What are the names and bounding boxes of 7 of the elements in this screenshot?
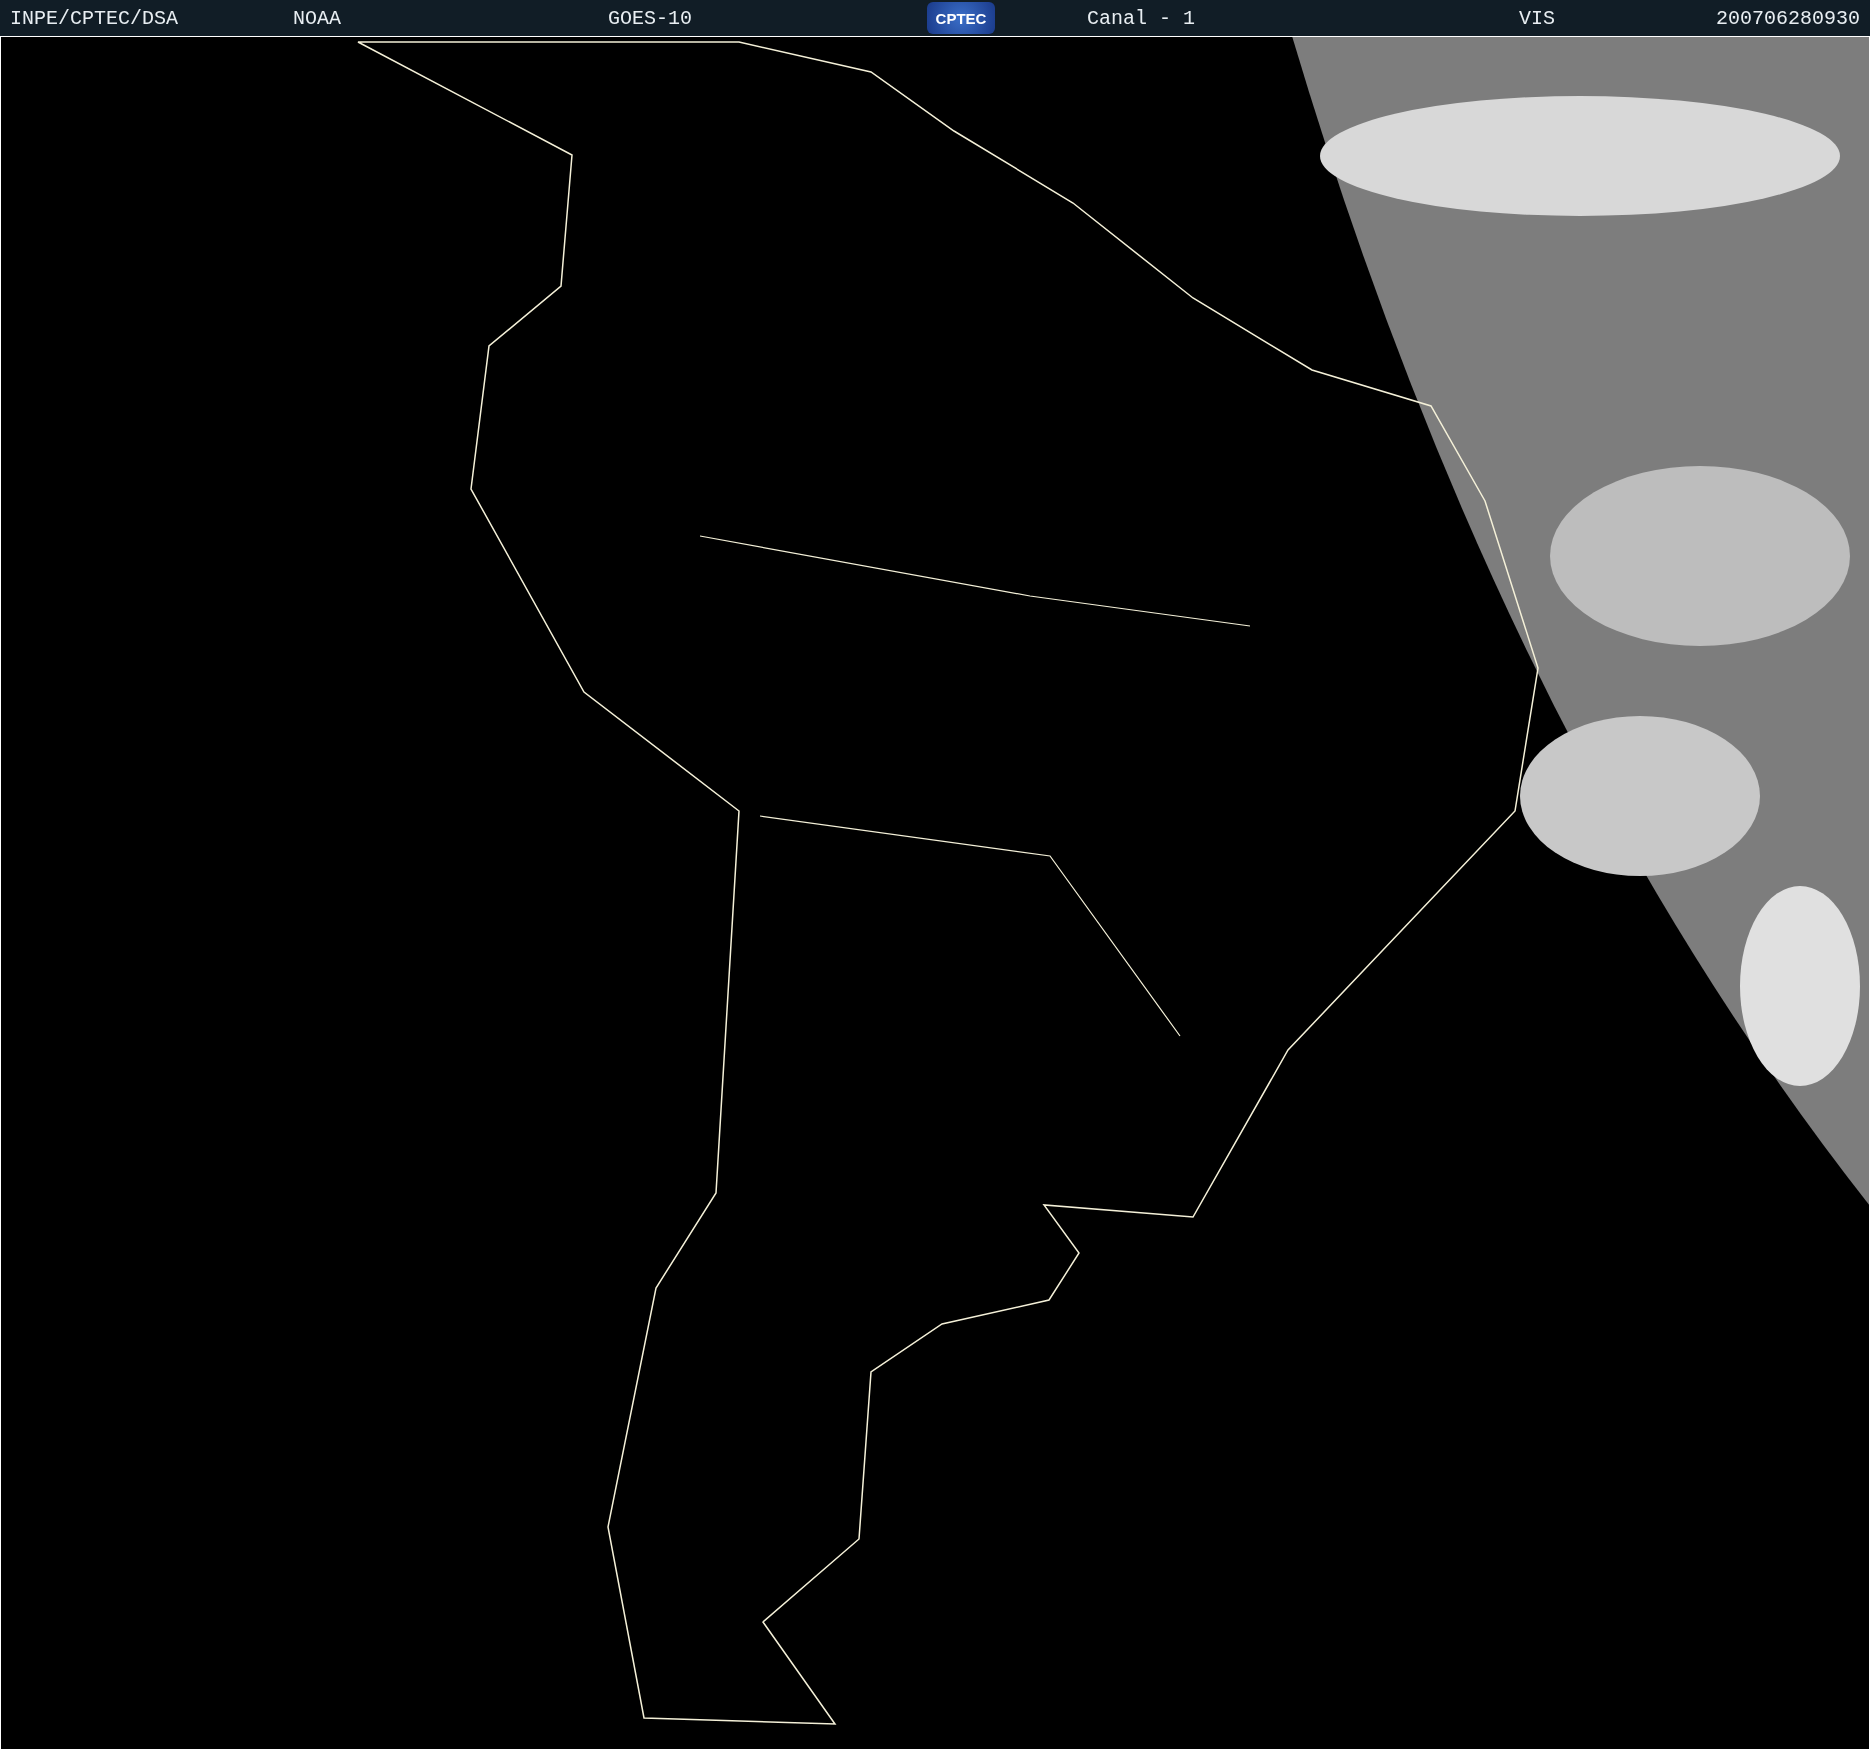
header-label: 200706280930: [1715, 6, 1860, 30]
logo: CPTEC: [927, 2, 995, 34]
header-label: Canal - 1: [1087, 6, 1197, 30]
header-label: VIS: [1519, 6, 1556, 30]
header-label: INPE/CPTEC/DSA: [10, 6, 180, 30]
header-label: NOAA: [293, 6, 342, 30]
header-label: GOES-10: [608, 6, 693, 30]
